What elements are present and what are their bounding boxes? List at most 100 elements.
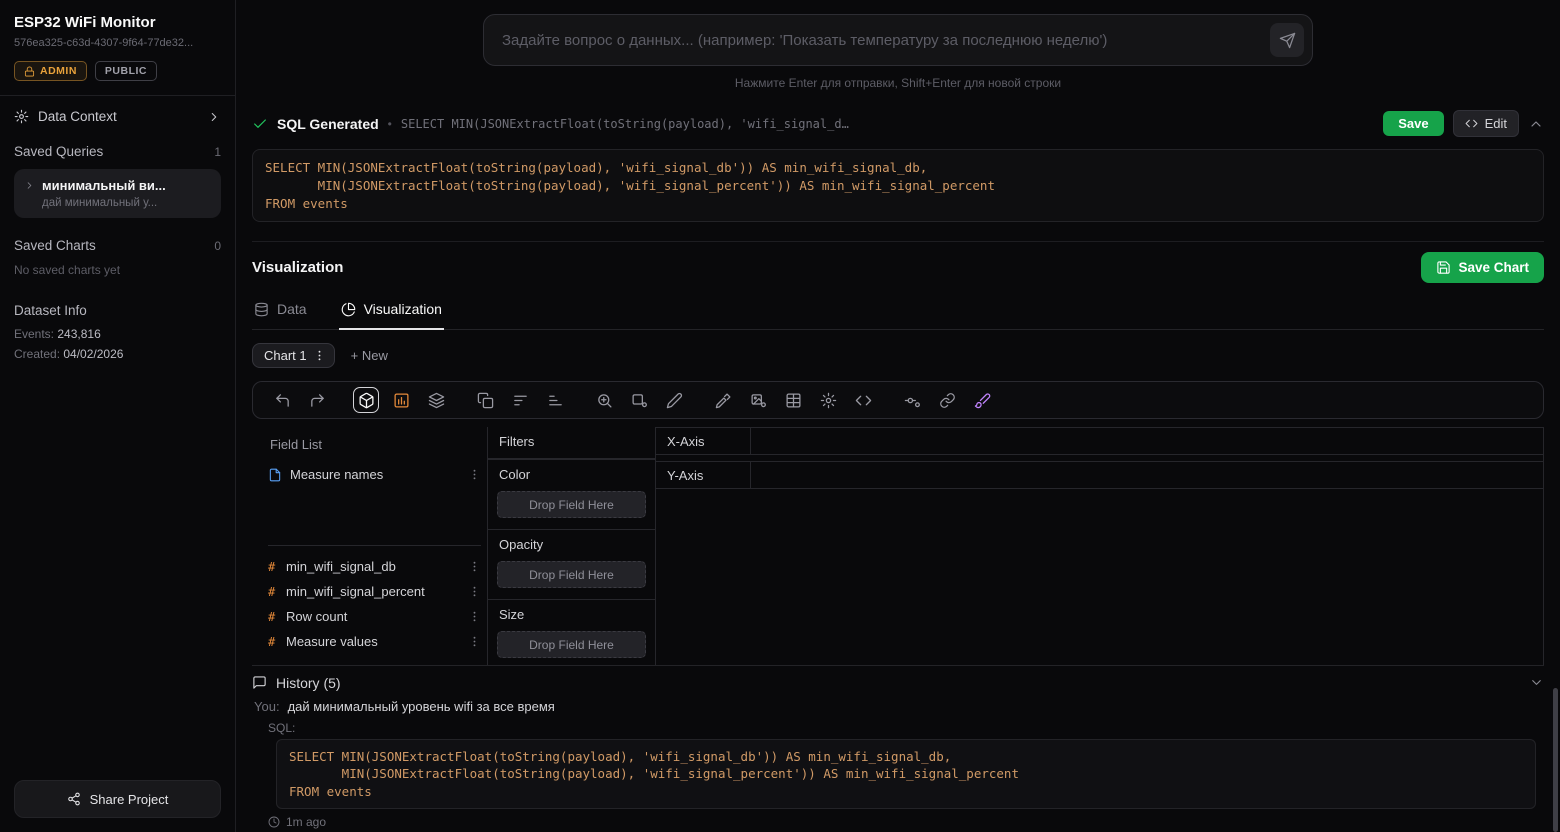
- editor-panels: Field List Measure names # min_wifi_sign…: [252, 427, 1544, 664]
- save-sql-label: Save: [1398, 116, 1428, 131]
- redo-icon[interactable]: [304, 387, 330, 413]
- kebab-menu-icon[interactable]: [468, 610, 481, 623]
- sort-descending-icon[interactable]: [507, 387, 533, 413]
- save-chart-button[interactable]: Save Chart: [1421, 252, 1544, 283]
- x-axis-label: X-Axis: [656, 428, 751, 454]
- table-icon[interactable]: [780, 387, 806, 413]
- question-input[interactable]: [483, 14, 1313, 66]
- chevron-up-icon: [1528, 116, 1544, 132]
- sidebar: ESP32 WiFi Monitor 576ea325-c63d-4307-9f…: [0, 0, 236, 832]
- new-chart-button[interactable]: + New: [351, 348, 388, 363]
- field-min-wifi-signal-db[interactable]: # min_wifi_signal_db: [268, 554, 481, 579]
- code-icon: [1465, 117, 1478, 130]
- history-timestamp: 1m ago: [268, 815, 1544, 829]
- saved-charts-label: Saved Charts: [14, 238, 96, 253]
- badges-row: ADMIN PUBLIC: [14, 61, 221, 81]
- field-list-panel: Field List Measure names # min_wifi_sign…: [252, 427, 488, 664]
- send-button[interactable]: [1270, 23, 1304, 57]
- saved-query-item[interactable]: минимальный ви... дай минимальный у...: [14, 169, 221, 218]
- chevron-right-icon: [207, 110, 221, 124]
- events-value: 243,816: [57, 327, 100, 341]
- chart-tab-1[interactable]: Chart 1: [252, 343, 335, 368]
- layers-icon[interactable]: [423, 387, 449, 413]
- link-icon[interactable]: [934, 387, 960, 413]
- undo-icon[interactable]: [269, 387, 295, 413]
- chart-type-icon[interactable]: [388, 387, 414, 413]
- color-header: Color: [488, 460, 655, 491]
- visualization-title: Visualization: [252, 259, 343, 276]
- field-row-count[interactable]: # Row count: [268, 604, 481, 629]
- field-min-wifi-signal-percent[interactable]: # min_wifi_signal_percent: [268, 579, 481, 604]
- cube-icon[interactable]: [353, 387, 379, 413]
- project-id: 576ea325-c63d-4307-9f64-77de32...: [14, 37, 221, 49]
- encodings-panel: Filters Color Drop Field Here Opacity Dr…: [488, 427, 656, 664]
- collapse-sql-button[interactable]: [1528, 116, 1544, 132]
- saved-charts-header: Saved Charts 0: [14, 230, 221, 259]
- zoom-in-icon[interactable]: [591, 387, 617, 413]
- time-ago-text: 1m ago: [286, 815, 326, 829]
- brush-icon[interactable]: [969, 387, 995, 413]
- history-header[interactable]: History (5): [252, 672, 1544, 695]
- sidebar-item-data-context[interactable]: Data Context: [14, 96, 221, 136]
- filters-header: Filters: [488, 427, 655, 459]
- chart-tab-label: Chart 1: [264, 348, 307, 363]
- chart-canvas[interactable]: [656, 489, 1543, 664]
- edit-sql-label: Edit: [1485, 116, 1507, 131]
- save-sql-button[interactable]: Save: [1383, 111, 1443, 136]
- box-settings-icon[interactable]: [626, 387, 652, 413]
- field-measure-names[interactable]: Measure names: [268, 462, 481, 487]
- chat-icon: [252, 675, 267, 690]
- sql-code-block: SELECT MIN(JSONExtractFloat(toString(pay…: [252, 149, 1544, 222]
- copy-icon[interactable]: [472, 387, 498, 413]
- sort-ascending-icon[interactable]: [542, 387, 568, 413]
- saved-queries-header: Saved Queries 1: [14, 136, 221, 165]
- project-title: ESP32 WiFi Monitor: [14, 14, 221, 31]
- saved-queries-label: Saved Queries: [14, 144, 103, 159]
- dataset-created: Created: 04/02/2026: [14, 344, 221, 364]
- tab-visualization-label: Visualization: [364, 301, 442, 317]
- data-context-label: Data Context: [38, 109, 117, 124]
- history-section: History (5) You: дай минимальный уровень…: [252, 665, 1544, 832]
- code-icon[interactable]: [850, 387, 876, 413]
- created-value: 04/02/2026: [63, 347, 123, 361]
- field-measure-values[interactable]: # Measure values: [268, 629, 481, 654]
- history-question-row: You: дай минимальный уровень wifi за все…: [252, 695, 1544, 716]
- sql-preview: SELECT MIN(JSONExtractFloat(toString(pay…: [401, 117, 849, 131]
- edit-sql-button[interactable]: Edit: [1453, 110, 1519, 137]
- tab-visualization[interactable]: Visualization: [339, 293, 444, 330]
- opacity-drop-zone[interactable]: Drop Field Here: [497, 561, 646, 588]
- eyedropper-icon[interactable]: [710, 387, 736, 413]
- saved-query-title: минимальный ви...: [42, 178, 166, 193]
- dimension-drop-area[interactable]: [268, 487, 481, 539]
- ask-section: Нажмите Enter для отправки, Shift+Enter …: [252, 0, 1544, 90]
- kebab-menu-icon[interactable]: [468, 560, 481, 573]
- target-settings-icon[interactable]: [899, 387, 925, 413]
- share-project-button[interactable]: Share Project: [14, 780, 221, 818]
- tab-data-label: Data: [277, 301, 307, 317]
- history-sql-label: SQL:: [268, 721, 1544, 735]
- kebab-menu-icon[interactable]: [313, 349, 326, 362]
- clock-icon: [268, 816, 280, 828]
- color-drop-zone[interactable]: Drop Field Here: [497, 491, 646, 518]
- scrollbar[interactable]: [1553, 688, 1558, 832]
- size-header: Size: [488, 600, 655, 631]
- x-axis-drop-zone[interactable]: [751, 428, 1543, 454]
- chevron-down-icon[interactable]: [1529, 675, 1544, 690]
- settings-icon[interactable]: [815, 387, 841, 413]
- share-project-label: Share Project: [90, 792, 169, 807]
- opacity-section: Opacity Drop Field Here: [488, 529, 655, 599]
- image-settings-icon[interactable]: [745, 387, 771, 413]
- admin-badge: ADMIN: [14, 61, 87, 81]
- kebab-menu-icon[interactable]: [468, 635, 481, 648]
- question-text: дай минимальный уровень wifi за все врем…: [288, 699, 555, 714]
- kebab-menu-icon[interactable]: [468, 468, 481, 481]
- sql-generated-header: SQL Generated • SELECT MIN(JSONExtractFl…: [252, 110, 1544, 137]
- send-icon: [1279, 32, 1296, 49]
- size-drop-zone[interactable]: Drop Field Here: [497, 631, 646, 658]
- pen-icon[interactable]: [661, 387, 687, 413]
- kebab-menu-icon[interactable]: [468, 585, 481, 598]
- field-list-title: Field List: [268, 433, 481, 462]
- app-window: ESP32 WiFi Monitor 576ea325-c63d-4307-9f…: [0, 0, 1560, 832]
- tab-data[interactable]: Data: [252, 293, 309, 330]
- y-axis-drop-zone[interactable]: [751, 462, 1543, 488]
